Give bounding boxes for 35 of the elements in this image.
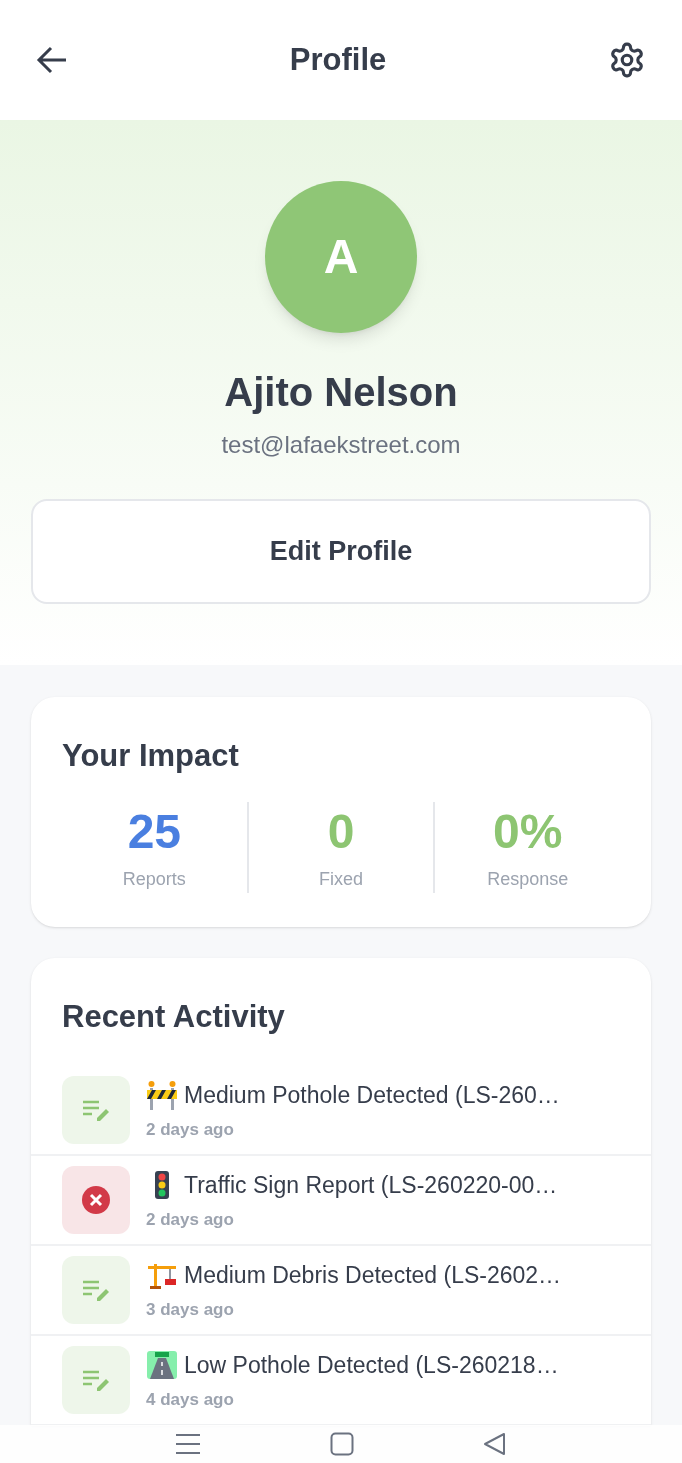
- edit-note-icon: [81, 1368, 111, 1392]
- card-title: Recent Activity: [61, 997, 286, 1036]
- stat-label: Reports: [122, 867, 186, 891]
- page-title: Profile: [289, 40, 387, 79]
- edit-note-icon: [81, 1278, 111, 1302]
- activity-time: 3 days ago: [146, 1298, 235, 1321]
- barrier-icon: [146, 1080, 178, 1111]
- avatar: A: [265, 181, 417, 333]
- activity-time: 4 days ago: [146, 1388, 235, 1411]
- activity-row[interactable]: Medium Pothole Detected (LS-260… 2 days ago: [31, 1066, 651, 1156]
- back-triangle-icon[interactable]: [483, 1432, 508, 1456]
- activity-time: 2 days ago: [146, 1118, 235, 1141]
- activity-title: Medium Debris Detected (LS-2602…: [184, 1261, 562, 1290]
- edit-profile-button[interactable]: Edit Profile: [31, 499, 651, 604]
- activity-title: Medium Pothole Detected (LS-260…: [184, 1081, 560, 1110]
- activity-title: Traffic Sign Report (LS-260220-00…: [184, 1171, 558, 1200]
- card-title: Your Impact: [62, 737, 240, 775]
- stat-label: Fixed: [319, 867, 363, 891]
- home-square-icon[interactable]: [330, 1432, 354, 1456]
- cancel-icon: [81, 1185, 111, 1215]
- activity-row[interactable]: Medium Debris Detected (LS-2602… 3 days ago: [31, 1246, 651, 1336]
- stat-value: 0%: [493, 803, 563, 860]
- user-name: Ajito Nelson: [224, 369, 458, 416]
- back-arrow-icon[interactable]: [36, 45, 68, 75]
- edit-note-icon: [81, 1098, 111, 1122]
- settings-icon[interactable]: [608, 41, 646, 79]
- activity-title: Low Pothole Detected (LS-260218…: [184, 1351, 559, 1380]
- menu-icon[interactable]: [174, 1433, 201, 1455]
- stat-label: Response: [487, 867, 569, 891]
- activity-time: 2 days ago: [146, 1208, 235, 1231]
- road-icon: [146, 1350, 178, 1381]
- user-email: test@lafaekstreet.com: [221, 430, 461, 460]
- activity-row[interactable]: Traffic Sign Report (LS-260220-00… 2 days ago: [31, 1156, 651, 1246]
- stat-value: 0: [327, 803, 355, 860]
- stat-value: 25: [127, 803, 182, 860]
